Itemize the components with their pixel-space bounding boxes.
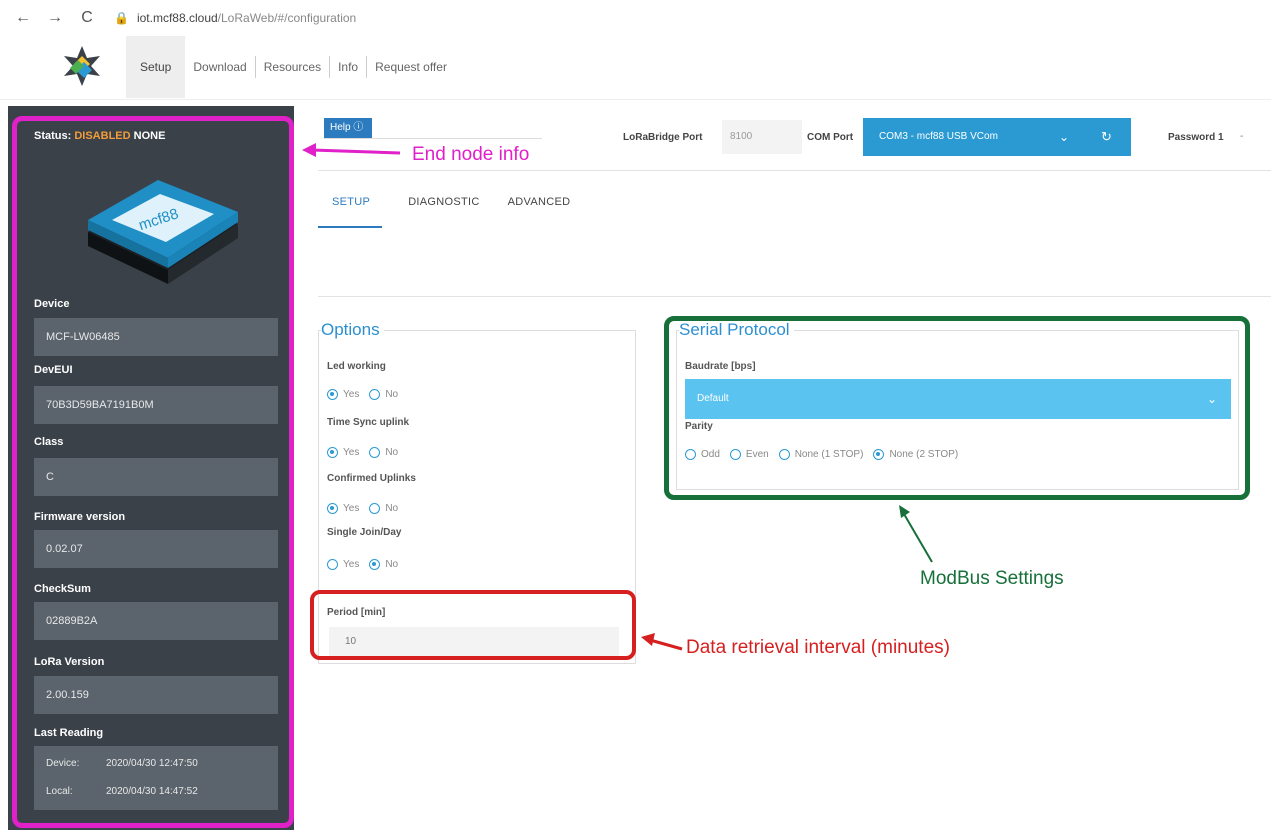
timesync-no-option[interactable]: No [369,447,398,458]
modbus-arrowhead [899,505,910,518]
end-node-annotation: End node info [412,144,530,165]
lorabridge-port-input[interactable]: 8100 [722,120,802,154]
radio-icon[interactable] [369,503,381,514]
main-nav: Setup Download Resources Info Request of… [126,36,455,98]
led-yes-option[interactable]: Yes [327,389,359,400]
radio-label: No [385,389,399,400]
tab-setup[interactable]: SETUP [318,196,383,228]
nav-tab-resources[interactable]: Resources [254,56,329,78]
section-divider [318,296,1271,297]
com-port-select[interactable]: COM3 - mcf88 USB VCom ⌄ ↻ [863,118,1131,156]
tab-diagnostic[interactable]: DIAGNOSTIC [408,196,481,228]
lock-icon: 🔒 [114,11,129,25]
led-working-label: Led working [327,361,386,372]
chevron-down-icon[interactable]: ⌄ [1059,118,1069,156]
interval-annotation-box [310,590,636,660]
radio-label: No [385,447,399,458]
app-header: Setup Download Resources Info Request of… [0,36,1271,100]
back-icon[interactable]: ← [14,9,32,27]
url-host: iot.mcf88.cloud [136,11,218,25]
modbus-annotation: ModBus Settings [920,568,1064,589]
help-button[interactable]: Help ⓘ [324,118,372,138]
led-no-option[interactable]: No [369,389,398,400]
radio-checked-icon[interactable] [327,447,338,458]
single-join-label: Single Join/Day [327,527,402,538]
time-sync-radios: Yes No [327,447,408,458]
forward-icon[interactable]: → [46,9,64,27]
radio-label: No [385,503,399,514]
com-port-label: COM Port [807,132,854,143]
interval-annotation: Data retrieval interval (minutes) [686,637,950,658]
config-subtabs: SETUP DIAGNOSTIC ADVANCED [318,196,598,228]
confirmed-uplinks-label: Confirmed Uplinks [327,473,416,484]
radio-label: Yes [343,503,360,514]
nav-tab-info[interactable]: Info [329,56,366,78]
radio-checked-icon[interactable] [369,559,381,570]
interval-arrowhead [641,633,655,646]
single-join-radios: Yes No [327,559,408,570]
radio-label: Yes [343,389,360,400]
refresh-icon[interactable]: ↻ [1101,118,1112,156]
singlejoin-no-option[interactable]: No [369,559,398,570]
interval-arrow-line [649,638,683,651]
app-logo-icon[interactable] [60,44,104,88]
help-underline [324,138,542,139]
radio-icon[interactable] [369,389,381,400]
password-input[interactable]: - [1240,120,1271,154]
singlejoin-yes-option[interactable]: Yes [327,559,359,570]
radio-checked-icon[interactable] [327,503,338,514]
radio-label: Yes [343,559,360,570]
confirmed-uplinks-radios: Yes No [327,503,408,514]
browser-bar: ← → C 🔒 iot.mcf88.cloud/LoRaWeb/#/config… [0,0,1271,36]
modbus-arrow-line [903,513,933,563]
led-working-radios: Yes No [327,389,408,400]
options-legend: Options [321,320,384,340]
end-node-annotation-box [12,116,294,828]
address-bar[interactable]: iot.mcf88.cloud/LoRaWeb/#/configuration [137,11,356,25]
topbar-divider [318,170,1271,171]
radio-label: No [385,559,399,570]
radio-icon[interactable] [327,559,338,570]
password-label: Password 1 [1168,132,1224,143]
reload-icon[interactable]: C [78,9,96,27]
modbus-annotation-box [664,316,1250,500]
com-port-value: COM3 - mcf88 USB VCom [879,131,998,142]
confirmed-no-option[interactable]: No [369,503,398,514]
timesync-yes-option[interactable]: Yes [327,447,359,458]
radio-label: Yes [343,447,360,458]
radio-icon[interactable] [369,447,381,458]
url-path: /LoRaWeb/#/configuration [217,11,357,25]
lorabridge-port-label: LoRaBridge Port [623,132,703,143]
nav-tab-request-offer[interactable]: Request offer [366,56,455,78]
end-node-arrowhead [302,143,316,157]
time-sync-label: Time Sync uplink [327,417,410,428]
tab-advanced[interactable]: ADVANCED [508,196,573,228]
nav-tab-setup[interactable]: Setup [126,36,186,98]
nav-tab-download[interactable]: Download [185,56,254,78]
radio-checked-icon[interactable] [327,389,338,400]
confirmed-yes-option[interactable]: Yes [327,503,359,514]
